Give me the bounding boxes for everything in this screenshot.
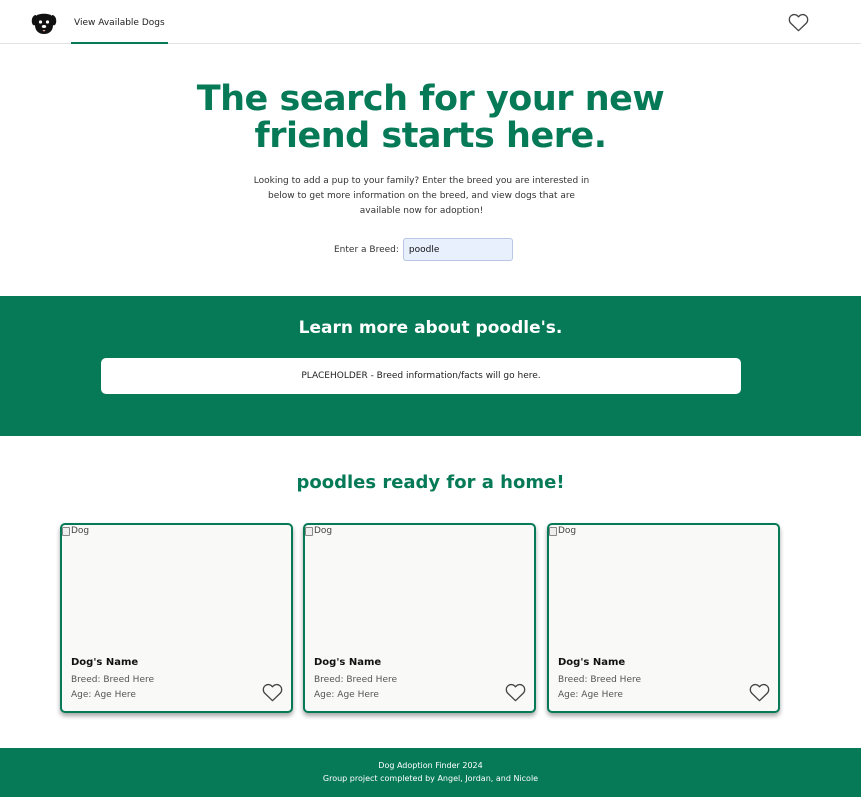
listings-title: poodles ready for a home! bbox=[296, 472, 565, 493]
footer-credits: Group project completed by Angel, Jordan… bbox=[322, 774, 539, 783]
favorite-heart-icon[interactable] bbox=[749, 683, 770, 702]
dog-name: Dog's Name bbox=[558, 657, 626, 668]
favorite-heart-icon[interactable] bbox=[262, 683, 283, 702]
dog-image-alt: Dog bbox=[558, 526, 577, 536]
favorites-heart-icon[interactable] bbox=[788, 13, 809, 32]
dog-breed: Breed: Breed Here bbox=[558, 675, 642, 685]
dog-image-alt: Dog bbox=[71, 526, 90, 536]
dog-card[interactable]: Dog Dog's Name Breed: Breed Here Age: Ag… bbox=[303, 523, 536, 713]
dog-card[interactable]: Dog Dog's Name Breed: Breed Here Age: Ag… bbox=[547, 523, 780, 713]
breed-input[interactable] bbox=[402, 238, 513, 261]
broken-image-icon bbox=[62, 526, 70, 536]
footer: Dog Adoption Finder 2024 Group project c… bbox=[0, 748, 861, 797]
favorite-heart-icon[interactable] bbox=[505, 683, 526, 702]
breed-label: Enter a Breed: bbox=[334, 244, 399, 255]
dog-age: Age: Age Here bbox=[314, 690, 379, 700]
footer-title: Dog Adoption Finder 2024 bbox=[378, 761, 483, 770]
dog-image: Dog bbox=[62, 526, 89, 536]
breed-info-box: PLACEHOLDER - Breed information/facts wi… bbox=[101, 358, 741, 394]
nav-link-view-available-dogs[interactable]: View Available Dogs bbox=[71, 0, 168, 44]
dog-age: Age: Age Here bbox=[558, 690, 623, 700]
dog-logo-icon[interactable] bbox=[31, 11, 57, 35]
dog-name: Dog's Name bbox=[314, 657, 382, 668]
broken-image-icon bbox=[305, 526, 313, 536]
dog-name: Dog's Name bbox=[71, 657, 139, 668]
breed-info-title: Learn more about poodle's. bbox=[298, 318, 563, 338]
breed-info-section: Learn more about poodle's. PLACEHOLDER -… bbox=[0, 296, 861, 436]
hero-description: Looking to add a pup to your family? Ent… bbox=[253, 176, 590, 216]
dog-age: Age: Age Here bbox=[71, 690, 136, 700]
top-nav: View Available Dogs bbox=[0, 0, 861, 44]
hero-title: The search for your new friend starts he… bbox=[196, 79, 665, 156]
dog-image-alt: Dog bbox=[314, 526, 333, 536]
dog-breed: Breed: Breed Here bbox=[71, 675, 155, 685]
dog-image: Dog bbox=[549, 526, 576, 536]
broken-image-icon bbox=[549, 526, 557, 536]
breed-search-form: Enter a Breed: bbox=[334, 238, 513, 261]
dog-card[interactable]: Dog Dog's Name Breed: Breed Here Age: Ag… bbox=[60, 523, 293, 713]
dog-image: Dog bbox=[305, 526, 332, 536]
dog-breed: Breed: Breed Here bbox=[314, 675, 398, 685]
